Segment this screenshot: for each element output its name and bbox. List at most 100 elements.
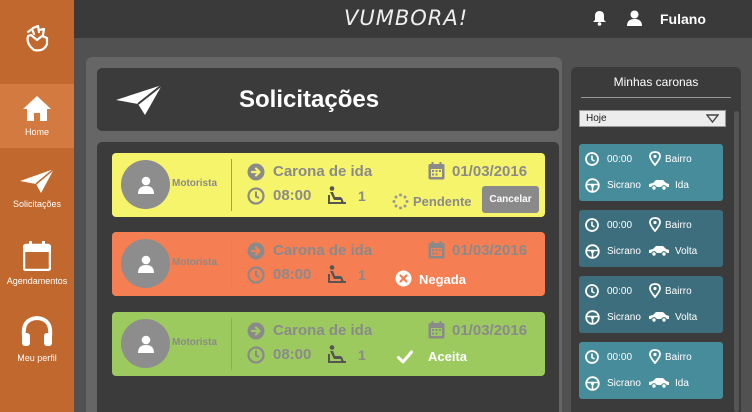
ride-place: Bairro <box>665 352 692 363</box>
seat-passenger-icon <box>328 345 346 363</box>
arrow-right-circle-icon <box>247 242 265 260</box>
avatar <box>121 239 170 288</box>
ride-card[interactable]: 00:00 Bairro Sicrano Ida <box>579 144 723 201</box>
triangle-down-icon <box>706 114 719 123</box>
sidebar-item-meu-perfil[interactable]: Meu perfil <box>0 312 74 376</box>
calendar-icon <box>428 162 445 180</box>
page-header: Solicitações <box>97 68 559 131</box>
user-icon <box>137 176 154 194</box>
avatar <box>121 160 170 209</box>
sidebar-item-label: Meu perfil <box>17 353 57 363</box>
cancel-button[interactable]: Cancelar <box>482 186 539 213</box>
calendar-icon <box>428 241 445 259</box>
spinner-icon <box>392 193 409 210</box>
ride-direction: Ida <box>675 180 689 191</box>
user-icon[interactable] <box>627 10 642 26</box>
ride-time: 00:00 <box>607 352 633 363</box>
divider <box>231 159 232 211</box>
ride-time: 08:00 <box>273 266 312 283</box>
ride-date: 01/03/2016 <box>452 163 528 180</box>
divider <box>231 318 232 370</box>
sidebar-item-label: Solicitações <box>12 199 62 209</box>
ride-driver: Sicrano <box>607 246 641 257</box>
status-label: Aceita <box>428 349 468 364</box>
home-icon <box>23 96 51 121</box>
ride-date: 01/03/2016 <box>452 242 528 259</box>
ride-time: 00:00 <box>607 286 633 297</box>
steering-wheel-icon <box>585 178 600 193</box>
steering-wheel-icon <box>585 244 600 259</box>
day-filter-value: Hoje <box>586 113 607 124</box>
map-pin-icon <box>649 151 661 166</box>
sidebar-item-label: Home <box>24 127 49 137</box>
paper-plane-icon <box>116 84 163 115</box>
clock-icon <box>247 266 265 284</box>
ride-place: Bairro <box>665 154 692 165</box>
user-icon <box>137 255 154 273</box>
user-icon <box>137 335 154 353</box>
ride-time: 08:00 <box>273 346 312 363</box>
app-title: VUMBORA! <box>344 6 469 30</box>
hand-logo-icon <box>26 24 49 52</box>
paper-plane-icon <box>20 168 55 193</box>
ride-time: 00:00 <box>607 220 633 231</box>
map-pin-icon <box>649 349 661 364</box>
top-bar: VUMBORA! Fulano <box>74 0 752 38</box>
clock-icon <box>247 346 265 364</box>
arrow-right-circle-icon <box>247 322 265 340</box>
ride-driver: Sicrano <box>607 378 641 389</box>
sidebar-item-agendamentos[interactable]: Agendamentos <box>0 236 74 300</box>
driver-label: Motorista <box>172 178 217 189</box>
day-filter-select[interactable]: Hoje <box>579 110 726 127</box>
scrollbar[interactable] <box>734 111 739 412</box>
request-card: Motorista Carona de ida 01/03/2016 08:00… <box>112 153 545 217</box>
ride-time: 00:00 <box>607 154 633 165</box>
divider <box>231 238 232 290</box>
ride-seats: 1 <box>358 267 366 283</box>
ride-time: 08:00 <box>273 187 312 204</box>
ride-direction: Ida <box>675 378 689 389</box>
clock-icon <box>585 152 599 166</box>
ride-card[interactable]: 00:00 Bairro Sicrano Ida <box>579 342 723 399</box>
status-label: Negada <box>419 272 466 287</box>
driver-label: Motorista <box>172 337 217 348</box>
ride-direction: Volta <box>675 246 698 257</box>
ride-type: Carona de ida <box>273 163 373 180</box>
clock-icon <box>585 218 599 232</box>
calendar-icon <box>23 241 51 271</box>
x-circle-icon <box>395 270 412 287</box>
ride-driver: Sicrano <box>607 312 641 323</box>
request-card: Motorista Carona de ida 01/03/2016 08:00… <box>112 232 545 296</box>
sidebar-item-home[interactable]: Home <box>0 84 74 148</box>
my-rides-title: Minhas caronas <box>613 75 699 89</box>
sidebar: Home Solicitações Agendamentos Meu perfi… <box>0 0 74 412</box>
app-logo[interactable] <box>0 0 74 78</box>
ride-card[interactable]: 00:00 Bairro Sicrano Volta <box>579 210 723 267</box>
ride-place: Bairro <box>665 286 692 297</box>
car-icon <box>649 312 669 323</box>
ride-place: Bairro <box>665 220 692 231</box>
arrow-right-circle-icon <box>247 163 265 181</box>
calendar-icon <box>428 321 445 339</box>
ride-date: 01/03/2016 <box>452 322 528 339</box>
bell-icon[interactable] <box>592 10 607 26</box>
clock-icon <box>585 284 599 298</box>
seat-passenger-icon <box>328 186 346 204</box>
map-pin-icon <box>649 283 661 298</box>
ride-card[interactable]: 00:00 Bairro Sicrano Volta <box>579 276 723 333</box>
divider <box>581 97 731 98</box>
ride-seats: 1 <box>358 347 366 363</box>
user-name[interactable]: Fulano <box>660 11 706 27</box>
clock-icon <box>585 350 599 364</box>
avatar <box>121 319 170 368</box>
sidebar-item-solicitacoes[interactable]: Solicitações <box>0 158 74 222</box>
clock-icon <box>247 187 265 205</box>
ride-type: Carona de ida <box>273 242 373 259</box>
steering-wheel-icon <box>585 376 600 391</box>
sidebar-item-label: Agendamentos <box>6 276 68 286</box>
car-icon <box>649 378 669 389</box>
profile-icon <box>21 316 53 346</box>
page-title: Solicitações <box>239 86 380 113</box>
ride-direction: Volta <box>675 312 698 323</box>
steering-wheel-icon <box>585 310 600 325</box>
